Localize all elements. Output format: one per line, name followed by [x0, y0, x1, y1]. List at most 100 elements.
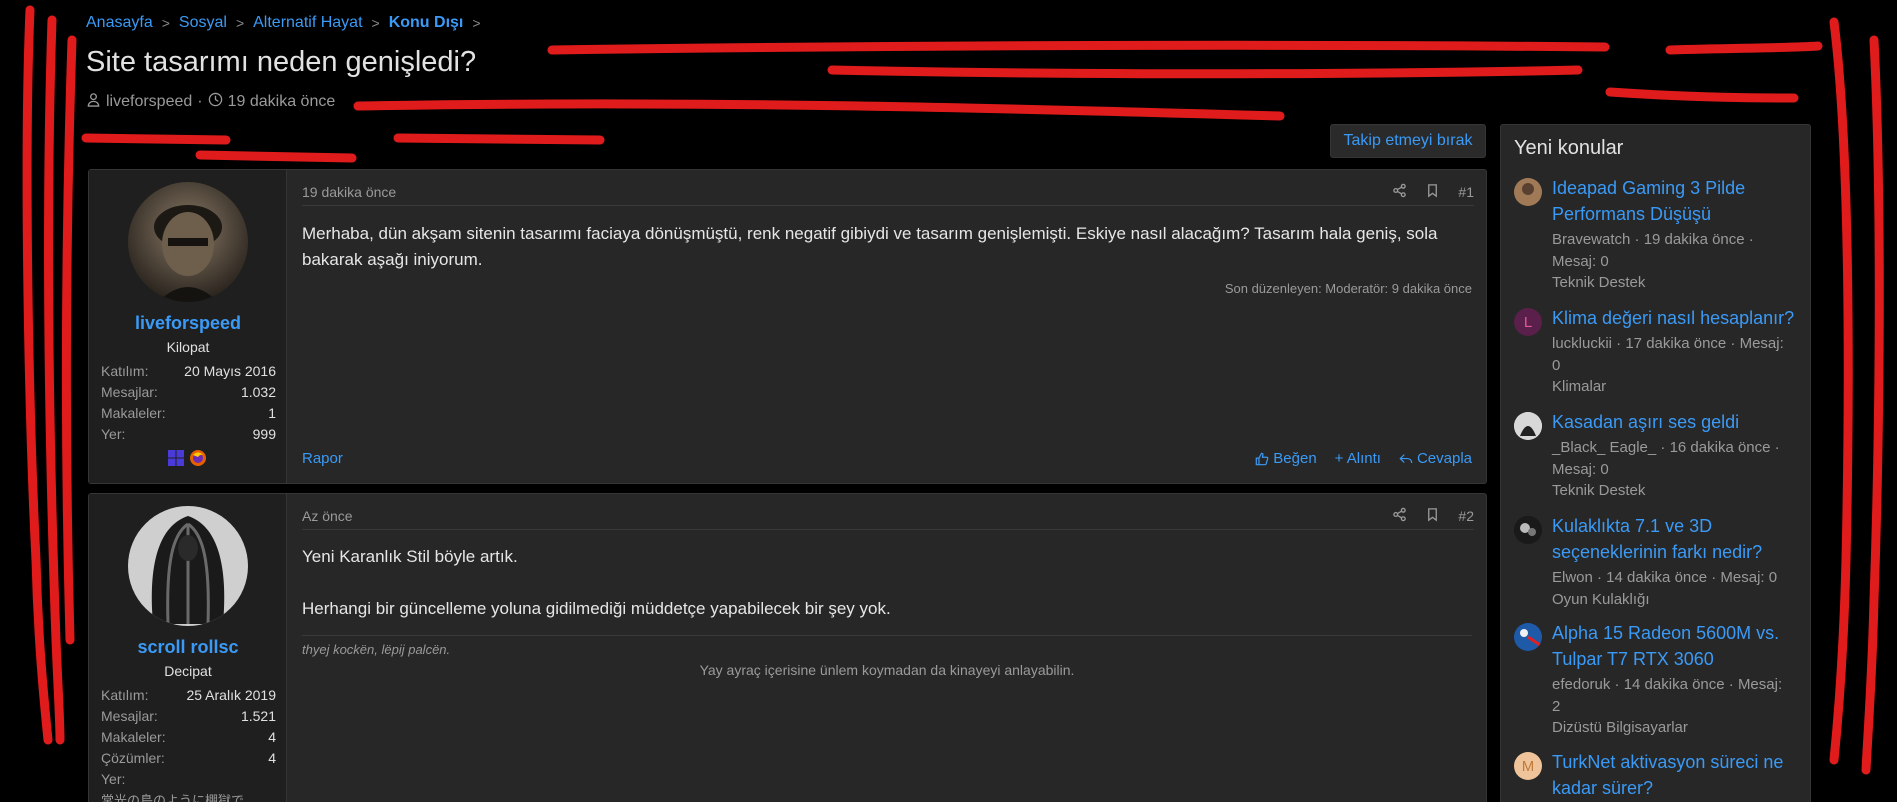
avatar[interactable]: M [1514, 752, 1542, 780]
avatar[interactable] [128, 506, 248, 626]
post-content-line: Herhangi bir güncelleme yoluna gidilmedi… [302, 599, 891, 618]
user-badges [167, 449, 209, 469]
post-user-cell: liveforspeed Kilopat Katılım: 20 Mayıs 20… [89, 170, 287, 483]
post-header-actions: #1 [1392, 183, 1474, 201]
sidebar-new-threads: Yeni konular Ideapad Gaming 3 Pilde Perf… [1500, 124, 1811, 802]
quote-button[interactable]: + Alıntı [1335, 450, 1381, 467]
signature-divider [302, 635, 1472, 636]
bookmark-icon[interactable] [1425, 183, 1440, 201]
stat-label: Katılım: [101, 363, 149, 379]
stat-value: 4 [268, 729, 276, 745]
sidebar-thread-title[interactable]: Alpha 15 Radeon 5600M vs. Tulpar T7 RTX … [1552, 620, 1802, 672]
signature-quote: Yay ayraç içerisine ünlem koymadan da ki… [699, 662, 1075, 678]
sidebar-thread-forum[interactable]: Dizüstü Bilgisayarlar [1552, 719, 1688, 736]
post-header: 19 dakika önce #1 [302, 178, 1474, 206]
thread-meta: liveforspeed · 19 dakika önce [86, 92, 335, 112]
avatar[interactable] [1514, 516, 1542, 544]
breadcrumb-item-anasayfa[interactable]: Anasayfa [86, 14, 153, 32]
stat-label: Çözümler: [101, 750, 165, 766]
username[interactable]: scroll rollsc [89, 637, 287, 658]
reply-button[interactable]: Cevapla [1399, 450, 1472, 467]
share-icon[interactable] [1392, 183, 1407, 201]
post-number[interactable]: #2 [1458, 508, 1474, 524]
post: scroll rollsc Decipat Katılım: 25 Aralık … [88, 493, 1487, 802]
like-label: Beğen [1273, 450, 1317, 467]
annotation-stroke [1829, 17, 1853, 765]
user-stat: Katılım: 25 Aralık 2019 [101, 687, 276, 703]
sidebar-thread-forum[interactable]: Oyun Kulaklığı [1552, 591, 1650, 608]
bookmark-icon[interactable] [1425, 507, 1440, 525]
user-stat: Mesajlar: 1.521 [101, 708, 276, 724]
page-title: Site tasarımı neden genişledi? [86, 46, 477, 78]
chevron-right-icon: > [371, 15, 380, 31]
avatar[interactable] [1514, 178, 1542, 206]
stat-value: 1.521 [240, 708, 276, 724]
sidebar-thread-title[interactable]: TurkNet aktivasyon süreci ne kadar sürer… [1552, 749, 1802, 801]
post-actions: Beğen + Alıntı Cevapla [1255, 450, 1472, 467]
user-stat: Makaleler: 4 [101, 729, 276, 745]
breadcrumb-item-alternatif-hayat[interactable]: Alternatif Hayat [253, 14, 362, 32]
thread-author[interactable]: liveforspeed [106, 93, 192, 111]
meta-separator: · [197, 93, 203, 110]
stat-label: Makaleler: [101, 405, 166, 421]
sidebar-thread-forum[interactable]: Teknik Destek [1552, 274, 1645, 291]
stat-value: 20 Mayıs 2016 [184, 363, 276, 379]
sidebar-thread-meta: Elwon · 14 dakika önce · Mesaj: 0 [1552, 569, 1778, 586]
thumbs-up-icon [1255, 452, 1269, 466]
annotation-stroke [44, 15, 65, 745]
post-user-cell: scroll rollsc Decipat Katılım: 25 Aralık … [89, 494, 287, 802]
user-stat: Mesajlar: 1.032 [101, 384, 276, 400]
stat-value: 999 [252, 426, 276, 442]
avatar[interactable] [1514, 623, 1542, 651]
avatar[interactable] [1514, 412, 1542, 440]
sidebar-thread-title[interactable]: Kulaklıkta 7.1 ve 3D seçeneklerinin fark… [1552, 513, 1802, 565]
breadcrumb: Anasayfa > Sosyal > Alternatif Hayat > K… [86, 14, 490, 32]
like-button[interactable]: Beğen [1255, 450, 1317, 467]
breadcrumb-item-sosyal[interactable]: Sosyal [179, 14, 227, 32]
stat-value: 1.032 [240, 384, 276, 400]
post-header: Az önce #2 [302, 502, 1474, 530]
thread-time[interactable]: 19 dakika önce [228, 93, 336, 111]
reply-label: Cevapla [1416, 450, 1472, 467]
breadcrumb-item-konu-disi[interactable]: Konu Dışı [389, 14, 464, 32]
avatar[interactable]: L [1514, 308, 1542, 336]
post-time[interactable]: Az önce [302, 508, 353, 524]
username[interactable]: liveforspeed [89, 313, 287, 334]
user-icon [86, 92, 101, 112]
user-title: Kilopat [166, 339, 210, 355]
annotation-stroke [1665, 41, 1823, 55]
sidebar-thread-title[interactable]: Ideapad Gaming 3 Pilde Performans Düşüşü [1552, 175, 1802, 227]
report-link[interactable]: Rapor [302, 450, 343, 467]
annotation-stroke [393, 133, 605, 145]
reply-icon [1399, 452, 1413, 466]
unfollow-button[interactable]: Takip etmeyi bırak [1330, 124, 1486, 158]
stat-label: Katılım: [101, 687, 149, 703]
stat-value: 1 [268, 405, 276, 421]
post-edited-note: Son düzenleyen: Moderatör: 9 dakika önce [1224, 281, 1472, 296]
stat-label: Makaleler: [101, 729, 166, 745]
post-content: Merhaba, dün akşam sitenin tasarımı faci… [302, 224, 1438, 269]
annotation-stroke [81, 133, 231, 145]
avatar[interactable] [128, 182, 248, 302]
annotation-stroke [353, 99, 1285, 121]
share-icon[interactable] [1392, 507, 1407, 525]
annotation-stroke [195, 150, 357, 163]
user-stat: Katılım: 20 Mayıs 2016 [101, 363, 276, 379]
sidebar-thread-forum[interactable]: Klimalar [1552, 378, 1606, 395]
sidebar-thread-meta: Bravewatch · 19 dakika önce · Mesaj: 0 [1552, 231, 1754, 270]
post-time[interactable]: 19 dakika önce [302, 184, 396, 200]
annotation-stroke [22, 5, 53, 745]
user-location-extra: 常光の島のように棚獄で [101, 793, 245, 802]
sidebar-thread-title[interactable]: Kasadan aşırı ses geldi [1552, 409, 1802, 435]
sidebar-thread-forum[interactable]: Teknik Destek [1552, 482, 1645, 499]
user-stat: Yer: [101, 771, 276, 787]
post-body: Az önce #2 Yeni Karanlık Stil böyle artı… [287, 494, 1486, 802]
stat-value: 4 [268, 750, 276, 766]
sidebar-thread-meta: _Black_ Eagle_ · 16 dakika önce · Mesaj:… [1552, 439, 1780, 478]
post-content-line: Yeni Karanlık Stil böyle artık. [302, 547, 518, 566]
stat-value: 25 Aralık 2019 [186, 687, 276, 703]
sidebar-thread-meta: luckluckii · 17 dakika önce · Mesaj: 0 [1552, 335, 1784, 374]
sidebar-thread-title[interactable]: Klima değeri nasıl hesaplanır? [1552, 305, 1802, 331]
annotation-stroke [61, 35, 77, 645]
post-number[interactable]: #1 [1458, 184, 1474, 200]
